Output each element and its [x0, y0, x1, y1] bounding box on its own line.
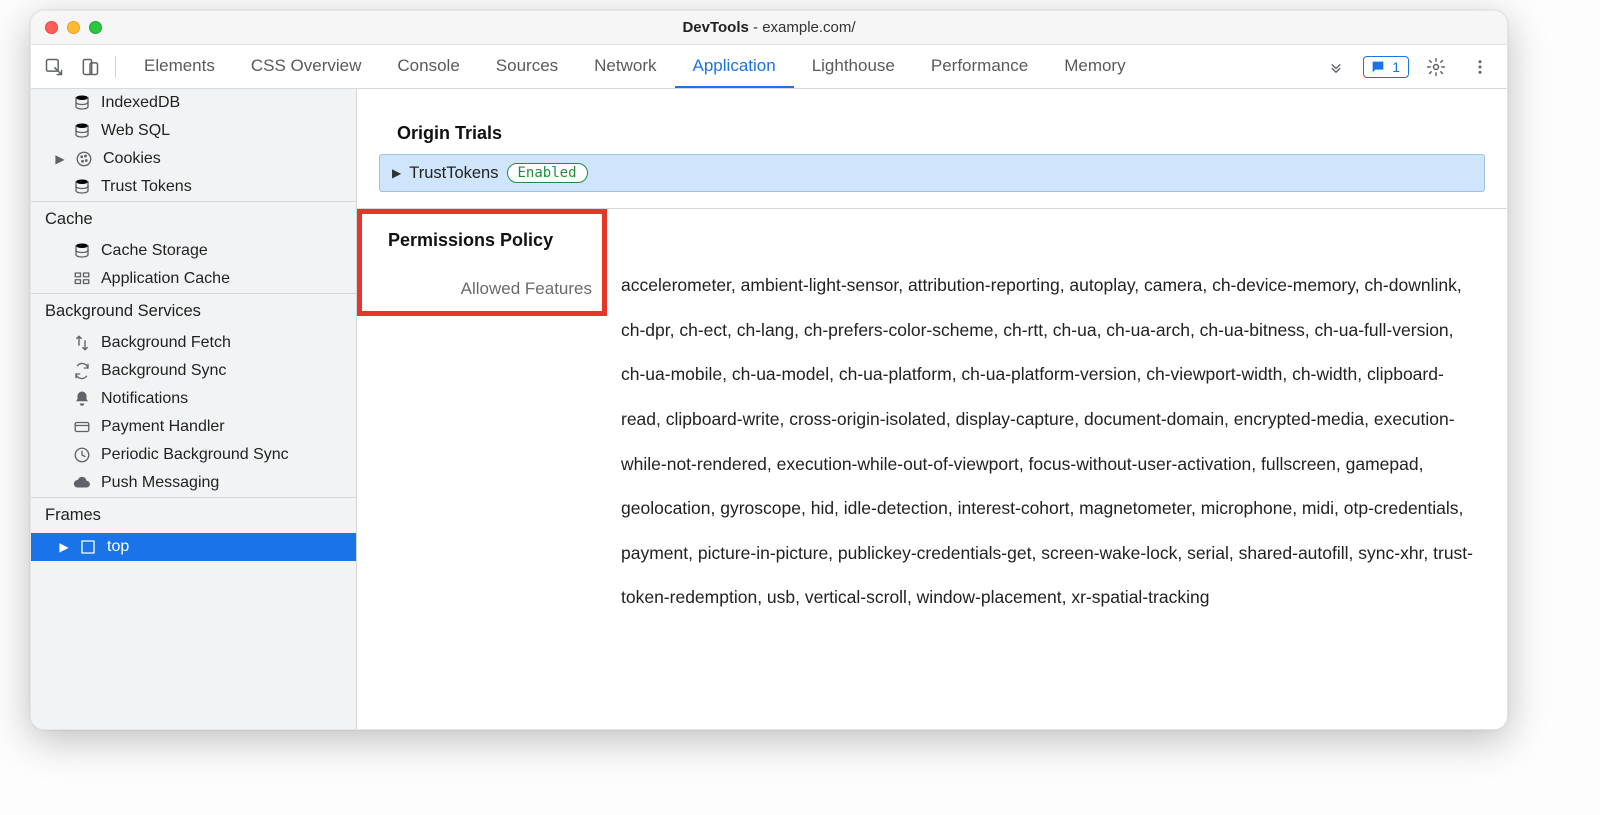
- tab-performance[interactable]: Performance: [913, 45, 1046, 88]
- database-icon: [73, 94, 91, 112]
- frame-details-panel: Origin Trials ▶ TrustTokens Enabled Perm…: [357, 89, 1507, 729]
- sidebar-item-label: Cookies: [103, 150, 161, 168]
- sidebar-item-indexeddb[interactable]: IndexedDB: [31, 89, 356, 117]
- cookie-icon: [75, 150, 93, 168]
- window-title: DevTools - example.com/: [682, 19, 855, 36]
- tab-console[interactable]: Console: [379, 45, 477, 88]
- tab-sources[interactable]: Sources: [478, 45, 576, 88]
- sidebar-item-payment-handler[interactable]: Payment Handler: [31, 413, 356, 441]
- tab-label: Application: [693, 56, 776, 76]
- titlebar: DevTools - example.com/: [31, 11, 1507, 45]
- tab-label: CSS Overview: [251, 56, 362, 76]
- sidebar-item-label: Application Cache: [101, 270, 230, 288]
- toolbar-right: 1: [1319, 50, 1497, 84]
- disclosure-triangle-icon: ▶: [55, 152, 65, 166]
- database-icon: [73, 242, 91, 260]
- sidebar-item-label: Notifications: [101, 390, 188, 408]
- sidebar-item-cookies[interactable]: ▶ Cookies: [31, 145, 356, 173]
- disclosure-triangle-icon: ▶: [59, 540, 69, 554]
- tab-lighthouse[interactable]: Lighthouse: [794, 45, 913, 88]
- sidebar-item-label: Cache Storage: [101, 242, 208, 260]
- origin-trial-row[interactable]: ▶ TrustTokens Enabled: [379, 154, 1485, 192]
- sidebar-item-label: Web SQL: [101, 122, 170, 140]
- sidebar-item-label: top: [107, 538, 129, 556]
- sidebar-item-label: Background Fetch: [101, 334, 231, 352]
- clock-icon: [73, 446, 91, 464]
- transfer-icon: [73, 334, 91, 352]
- tab-label: Memory: [1064, 56, 1125, 76]
- permissions-policy-section: Permissions Policy Allowed Features acce…: [357, 209, 1507, 656]
- tab-label: Network: [594, 56, 656, 76]
- sidebar-item-label: IndexedDB: [101, 94, 180, 112]
- database-icon: [73, 122, 91, 140]
- tab-label: Elements: [144, 56, 215, 76]
- title-page: example.com/: [762, 19, 855, 36]
- application-sidebar: IndexedDB Web SQL ▶ Cookies Trust Tokens: [31, 89, 357, 729]
- sidebar-item-trust-tokens[interactable]: Trust Tokens: [31, 173, 356, 201]
- grid-icon: [73, 270, 91, 288]
- title-sep: -: [753, 19, 762, 36]
- sidebar-item-label: Periodic Background Sync: [101, 446, 289, 464]
- toolbar-divider: [115, 56, 116, 78]
- bell-icon: [73, 390, 91, 408]
- tab-network[interactable]: Network: [576, 45, 674, 88]
- inspect-element-icon[interactable]: [37, 50, 71, 84]
- minimize-window-button[interactable]: [67, 21, 80, 34]
- cloud-icon: [73, 474, 91, 492]
- kebab-menu-icon[interactable]: [1463, 50, 1497, 84]
- toolbar-left-icons: [37, 50, 122, 84]
- sync-icon: [73, 362, 91, 380]
- sidebar-group-bg[interactable]: Background Services: [31, 294, 356, 329]
- card-icon: [73, 418, 91, 436]
- message-icon: [1370, 59, 1386, 75]
- tab-application[interactable]: Application: [675, 45, 794, 88]
- tab-label: Console: [397, 56, 459, 76]
- title-app: DevTools: [682, 19, 748, 36]
- close-window-button[interactable]: [45, 21, 58, 34]
- panel-tabs: Elements CSS Overview Console Sources Ne…: [126, 45, 1315, 88]
- frame-icon: [79, 538, 97, 556]
- sidebar-item-label: Push Messaging: [101, 474, 219, 492]
- sidebar-item-cache-storage[interactable]: Cache Storage: [31, 237, 356, 265]
- devtools-window: DevTools - example.com/ Elements CSS Ove…: [30, 10, 1508, 730]
- zoom-window-button[interactable]: [89, 21, 102, 34]
- sidebar-item-application-cache[interactable]: Application Cache: [31, 265, 356, 293]
- sidebar-item-notifications[interactable]: Notifications: [31, 385, 356, 413]
- sidebar-item-label: Background Sync: [101, 362, 226, 380]
- status-badge: Enabled: [507, 163, 588, 183]
- tab-elements[interactable]: Elements: [126, 45, 233, 88]
- issues-count: 1: [1392, 59, 1400, 75]
- sidebar-section-storage-tail: IndexedDB Web SQL ▶ Cookies Trust Tokens: [31, 89, 356, 201]
- tab-label: Performance: [931, 56, 1028, 76]
- sidebar-item-periodic-sync[interactable]: Periodic Background Sync: [31, 441, 356, 469]
- sidebar-item-bg-sync[interactable]: Background Sync: [31, 357, 356, 385]
- origin-trial-name: TrustTokens: [409, 164, 498, 183]
- tab-label: Lighthouse: [812, 56, 895, 76]
- issues-chip[interactable]: 1: [1363, 56, 1409, 78]
- panel-body: IndexedDB Web SQL ▶ Cookies Trust Tokens: [31, 89, 1507, 729]
- sidebar-item-push-messaging[interactable]: Push Messaging: [31, 469, 356, 497]
- sidebar-group-frames[interactable]: Frames: [31, 498, 356, 533]
- tab-css-overview[interactable]: CSS Overview: [233, 45, 380, 88]
- sidebar-item-frame-top[interactable]: ▶ top: [31, 533, 356, 561]
- section-origin-trials-title: Origin Trials: [357, 111, 1507, 154]
- tab-memory[interactable]: Memory: [1046, 45, 1143, 88]
- settings-icon[interactable]: [1419, 50, 1453, 84]
- allowed-features-list: accelerometer, ambient-light-sensor, att…: [621, 209, 1479, 620]
- sidebar-item-websql[interactable]: Web SQL: [31, 117, 356, 145]
- sidebar-group-cache[interactable]: Cache: [31, 202, 356, 237]
- device-toolbar-icon[interactable]: [73, 50, 107, 84]
- permissions-policy-title: Permissions Policy: [388, 230, 553, 251]
- sidebar-item-bg-fetch[interactable]: Background Fetch: [31, 329, 356, 357]
- main-toolbar: Elements CSS Overview Console Sources Ne…: [31, 45, 1507, 89]
- sidebar-item-label: Trust Tokens: [101, 178, 192, 196]
- tab-label: Sources: [496, 56, 558, 76]
- disclosure-triangle-icon: ▶: [392, 166, 401, 180]
- highlight-box: Permissions Policy Allowed Features: [357, 209, 607, 316]
- allowed-features-label: Allowed Features: [461, 279, 592, 299]
- window-controls: [45, 21, 102, 34]
- more-tabs-icon[interactable]: [1319, 50, 1353, 84]
- sidebar-item-label: Payment Handler: [101, 418, 225, 436]
- database-icon: [73, 178, 91, 196]
